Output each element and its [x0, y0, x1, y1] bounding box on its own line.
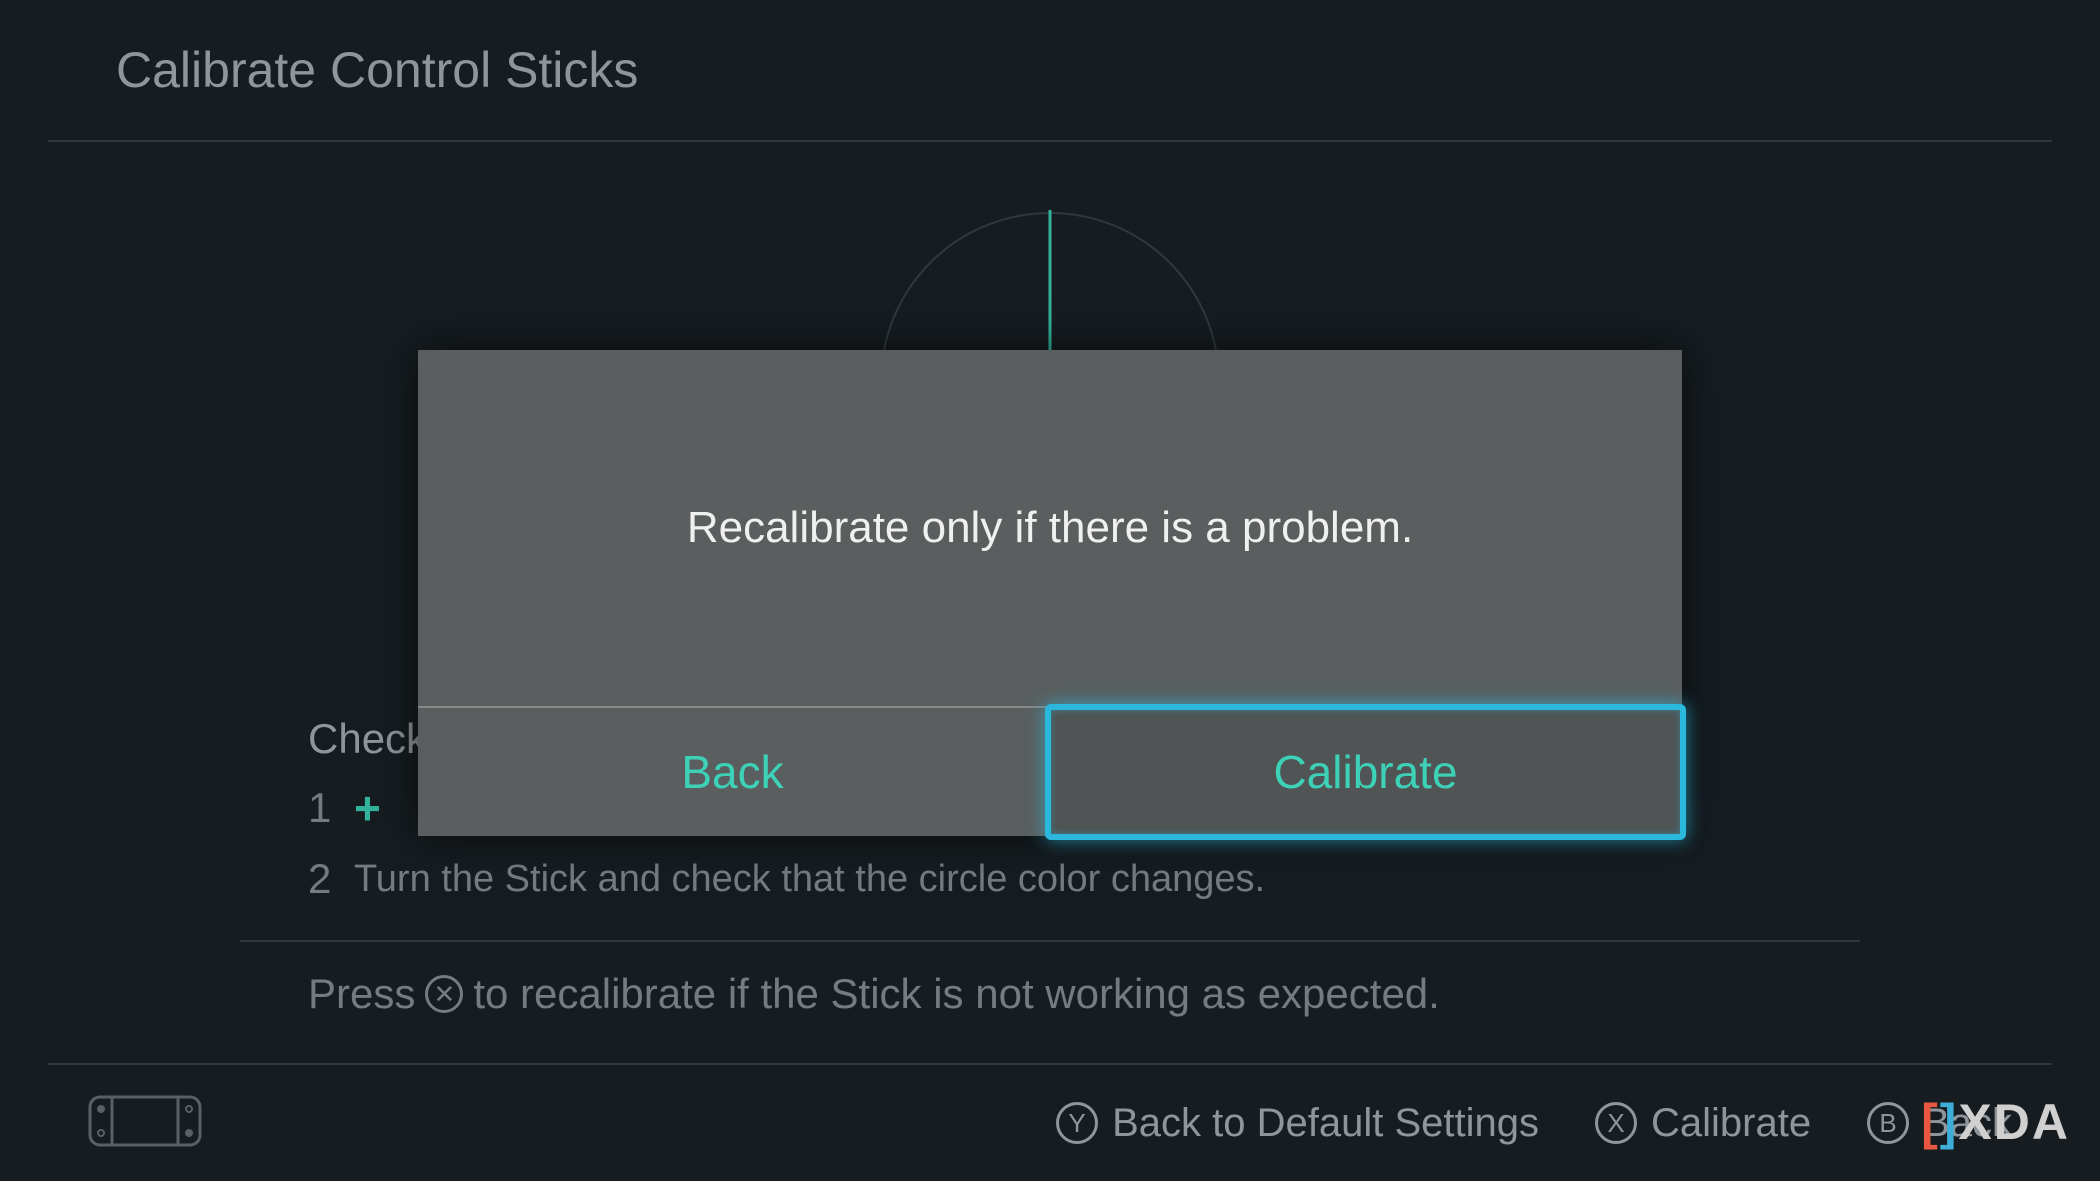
x-button-icon: X — [1595, 1102, 1637, 1144]
plus-icon: + — [354, 781, 381, 835]
xda-watermark: []XDA — [1921, 1093, 2070, 1151]
footer-hint-y[interactable]: Y Back to Default Settings — [1056, 1101, 1539, 1146]
hint-suffix: to recalibrate if the Stick is not worki… — [473, 970, 1439, 1018]
divider — [240, 940, 1860, 942]
step-number: 1 — [308, 784, 336, 832]
step-2: 2 Turn the Stick and check that the circ… — [308, 855, 1265, 903]
dialog-button-row: Back Calibrate — [418, 708, 1682, 836]
step-number: 2 — [308, 855, 336, 903]
confirmation-dialog: Recalibrate only if there is a problem. … — [418, 350, 1682, 836]
footer-hint-x[interactable]: X Calibrate — [1595, 1101, 1811, 1146]
x-button-label: Calibrate — [1651, 1101, 1811, 1146]
y-button-icon: Y — [1056, 1102, 1098, 1144]
recalibrate-hint: Press ✕ to recalibrate if the Stick is n… — [308, 970, 1440, 1018]
b-button-icon: B — [1867, 1102, 1909, 1144]
calibrate-button[interactable]: Calibrate — [1045, 704, 1686, 840]
y-button-label: Back to Default Settings — [1112, 1101, 1539, 1146]
x-button-icon: ✕ — [425, 975, 463, 1013]
header: Calibrate Control Sticks — [48, 0, 2052, 142]
controller-icon — [88, 1095, 202, 1152]
footer-bar: Y Back to Default Settings X Calibrate B… — [48, 1063, 2052, 1181]
page-title: Calibrate Control Sticks — [116, 41, 638, 99]
dialog-message: Recalibrate only if there is a problem. — [418, 350, 1682, 708]
back-button[interactable]: Back — [418, 708, 1049, 836]
step-text: Turn the Stick and check that the circle… — [354, 858, 1265, 901]
hint-prefix: Press — [308, 970, 415, 1018]
